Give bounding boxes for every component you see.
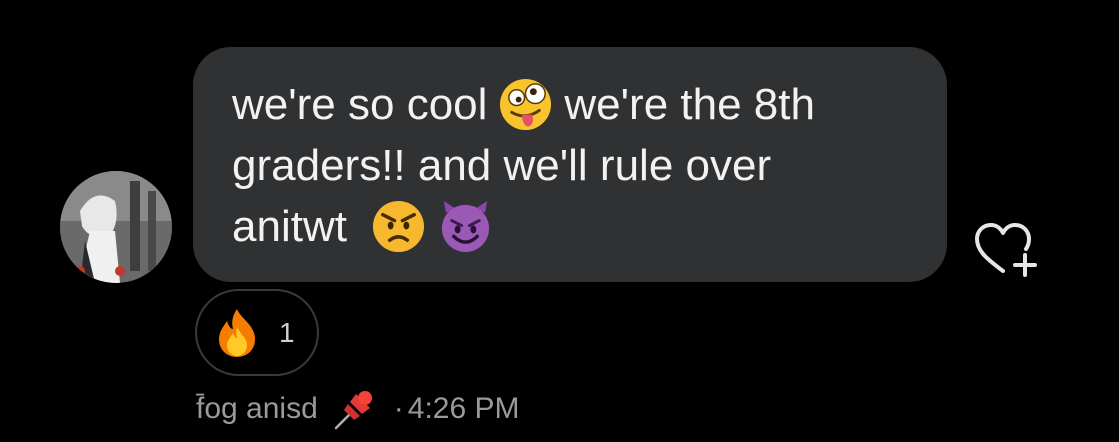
message-text: anitwt: [232, 202, 347, 251]
reaction-pill[interactable]: 1: [195, 289, 319, 376]
sender-name[interactable]: f̄og anisd: [196, 392, 318, 426]
message-line-3: anitwt: [232, 196, 911, 257]
message-text: we're so cool: [232, 80, 488, 129]
separator: ·: [393, 392, 404, 425]
timestamp: 4:26 PM: [407, 392, 520, 425]
message-line-1: we're so cool we're the 8th: [232, 74, 911, 135]
message-text: graders!! and we'll rule over: [232, 141, 772, 190]
smiling-devil-emoji: [438, 199, 493, 254]
message-bubble[interactable]: we're so cool we're the 8th graders!! an…: [193, 47, 947, 282]
angry-face-emoji: [371, 199, 426, 254]
pushpin-emoji: [332, 386, 378, 432]
zany-face-emoji: [498, 77, 553, 132]
sender-avatar[interactable]: [60, 171, 172, 283]
message-text: we're the 8th: [564, 80, 815, 129]
heart-plus-icon[interactable]: [973, 221, 1043, 277]
message-line-2: graders!! and we'll rule over: [232, 135, 911, 196]
reaction-count: 1: [279, 316, 295, 348]
fire-emoji: [211, 307, 263, 359]
message-meta: f̄og anisd · 4:26 PM: [196, 385, 520, 433]
